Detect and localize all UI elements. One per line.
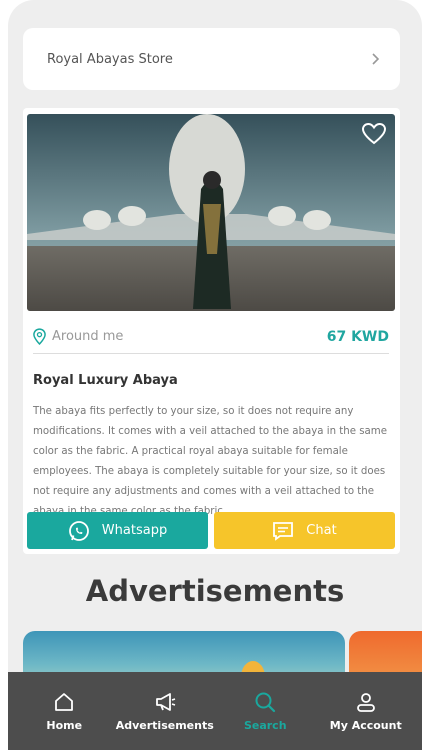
- favorite-icon[interactable]: [361, 122, 387, 146]
- user-icon: [356, 692, 375, 712]
- tab-home[interactable]: Home: [14, 672, 114, 750]
- product-card: Around me 67 KWD Royal Luxury Abaya The …: [23, 108, 400, 554]
- location[interactable]: Around me: [33, 328, 123, 345]
- chevron-right-icon: [368, 52, 382, 66]
- whatsapp-button[interactable]: Whatsapp: [27, 512, 208, 549]
- advertisements-heading: Advertisements: [85, 574, 345, 608]
- chat-button[interactable]: Chat: [214, 512, 395, 549]
- tab-my-account-label: My Account: [329, 718, 402, 732]
- tab-advertisements-label: Advertisements: [115, 718, 214, 732]
- price: 67 KWD: [326, 328, 389, 345]
- location-pin-icon: [33, 328, 46, 345]
- tab-search[interactable]: Search: [215, 672, 315, 750]
- tab-home-label: Home: [46, 718, 83, 732]
- whatsapp-label: Whatsapp: [101, 523, 168, 538]
- megaphone-icon: [155, 692, 176, 711]
- tab-advertisements[interactable]: Advertisements: [115, 672, 215, 750]
- meta-row: Around me 67 KWD: [33, 320, 389, 354]
- chat-label: Chat: [306, 523, 337, 538]
- whatsapp-icon: [68, 520, 89, 541]
- search-icon: [255, 692, 276, 712]
- location-label: Around me: [52, 329, 124, 344]
- tab-search-label: Search: [243, 718, 287, 732]
- store-card[interactable]: Royal Abayas Store: [23, 28, 400, 90]
- store-name: Royal Abayas Store: [47, 51, 173, 67]
- bottom-tab-bar: Home Advertisements Search My Account: [8, 672, 422, 750]
- product-title: Royal Luxury Abaya: [33, 373, 178, 388]
- chat-icon: [273, 521, 294, 541]
- product-description: The abaya fits perfectly to your size, s…: [33, 406, 387, 517]
- tab-my-account[interactable]: My Account: [316, 672, 416, 750]
- app-screen: Royal Abayas Store Around me 67 KWD Roya…: [8, 0, 422, 750]
- home-icon: [55, 692, 74, 711]
- product-photo[interactable]: [27, 114, 395, 311]
